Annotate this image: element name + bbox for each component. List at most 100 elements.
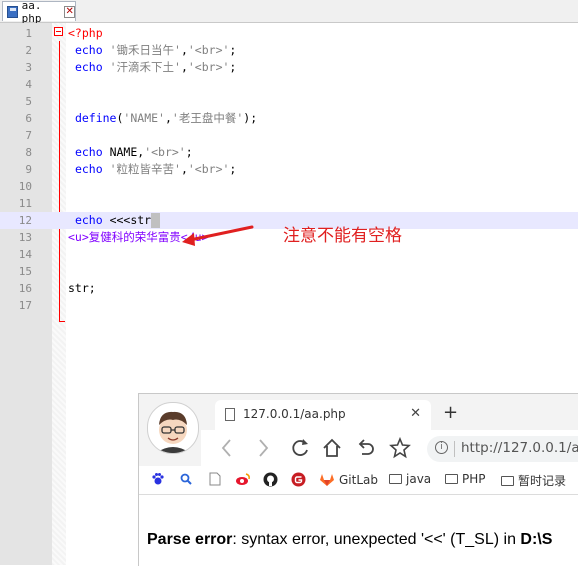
line-number: 1 [25,27,32,40]
line-number: 10 [18,180,32,193]
code-token: '<br>' [144,145,186,159]
code-token: echo [74,145,103,159]
home-icon[interactable] [321,436,343,460]
browser-tab[interactable]: 127.0.0.1/aa.php ✕ [215,400,431,430]
code-line[interactable]: 8 echo NAME,'<br>'; [0,144,578,161]
bookmark-weibo[interactable] [235,472,251,486]
code-line[interactable]: 1 <?php [0,25,578,42]
code-token: '粒粒皆辛苦' [109,162,181,176]
baidu-paw-icon [152,473,164,485]
line-number: 17 [18,299,32,312]
line-number: 2 [25,44,32,57]
gitee-icon [291,472,306,487]
code-token: echo [74,162,103,176]
code-line[interactable]: 5 [0,93,578,110]
github-icon [263,472,278,487]
line-number: 6 [25,112,32,125]
code-line[interactable]: 6 define('NAME','老王盘中餐'); [0,110,578,127]
code-text: <?php [68,25,103,42]
code-token: ); [243,111,258,125]
profile-avatar[interactable] [147,402,199,454]
line-number: 14 [18,248,32,261]
error-text: : syntax error, unexpected '<<' (T_SL) i… [232,531,521,548]
bookmark-gitlab[interactable]: GitLab [319,472,378,487]
folder-icon [501,475,514,486]
code-line[interactable]: 9 echo '粒粒皆辛苦','<br>'; [0,161,578,178]
address-bar[interactable]: i http://127.0.0.1/aa [427,436,578,462]
code-token: '<br>' [187,162,230,176]
bookmark-label: 暂时记录 [518,474,567,488]
php-error-message: Parse error: syntax error, unexpected '<… [147,531,552,549]
code-token: 复健科的荣华富贵 [88,230,181,244]
address-divider [454,441,455,457]
code-line[interactable]: 15 [0,263,578,280]
bookmark-search[interactable] [179,472,193,486]
file-tab-label: aa. php [21,0,42,25]
code-line[interactable]: 3 echo '汗滴禾下土','<br>'; [0,59,578,76]
code-token: ; [229,43,237,57]
url-text: http://127.0.0.1/aa [461,440,578,456]
bookmark-baidu[interactable] [151,472,165,486]
line-number: 3 [25,61,32,74]
code-line[interactable]: 16 str; [0,280,578,297]
bookmark-github[interactable] [263,472,278,487]
site-info-icon[interactable]: i [435,441,448,454]
code-token: '老王盘中餐' [171,111,244,125]
code-token: ; [229,60,237,74]
code-token: <?php [68,26,103,40]
forward-icon[interactable] [255,436,271,460]
line-number: 16 [18,282,32,295]
code-token: <<<str [102,213,152,227]
code-token: '汗滴禾下土' [109,60,181,74]
bookmark-folder-php[interactable]: PHP [445,472,486,486]
text-cursor [151,213,161,228]
bookmark-star-icon[interactable] [389,436,411,460]
code-token: echo [74,60,103,74]
code-line[interactable]: 11 [0,195,578,212]
folder-icon [389,474,402,484]
code-line[interactable]: 2 echo '锄禾日当午','<br>'; [0,42,578,59]
code-token: define [74,111,117,125]
code-line[interactable]: 14 [0,246,578,263]
reload-icon[interactable] [289,436,311,460]
file-tab-aa-php[interactable]: aa. php ✕ [2,0,76,25]
bookmark-gitee[interactable] [291,472,306,487]
bookmark-label: java [406,472,432,486]
red-arrow-annotation [182,225,254,246]
line-number: 13 [18,231,32,244]
line-number: 9 [25,163,32,176]
bookmark-page[interactable] [209,472,221,486]
code-line[interactable]: 17 [0,297,578,314]
undo-icon[interactable] [355,436,377,460]
code-text: echo NAME,'<br>'; [68,144,193,161]
back-icon[interactable] [219,436,235,460]
code-line[interactable]: 4 [0,76,578,93]
code-token: , [180,162,188,176]
weibo-icon [236,473,250,485]
code-token: echo [74,43,103,57]
bookmark-folder-temp[interactable]: 暂时记录 [501,472,566,489]
code-text: echo '粒粒皆辛苦','<br>'; [68,161,236,178]
folder-icon [445,474,458,484]
close-tab-icon[interactable]: ✕ [64,5,76,18]
new-tab-button[interactable]: + [443,402,458,423]
code-token: echo [74,213,103,227]
code-line[interactable]: 7 [0,127,578,144]
code-text: echo '锄禾日当午','<br>'; [68,42,236,59]
line-number: 11 [18,197,32,210]
close-tab-icon[interactable]: ✕ [410,406,421,421]
bookmark-folder-java[interactable]: java [389,472,431,486]
code-text: define('NAME','老王盘中餐'); [68,110,257,127]
line-number: 5 [25,95,32,108]
code-line[interactable]: 10 [0,178,578,195]
line-number: 12 [18,214,32,227]
code-text: str; [68,280,96,297]
line-number: 8 [25,146,32,159]
page-icon [209,472,221,486]
code-token: , [180,60,188,74]
